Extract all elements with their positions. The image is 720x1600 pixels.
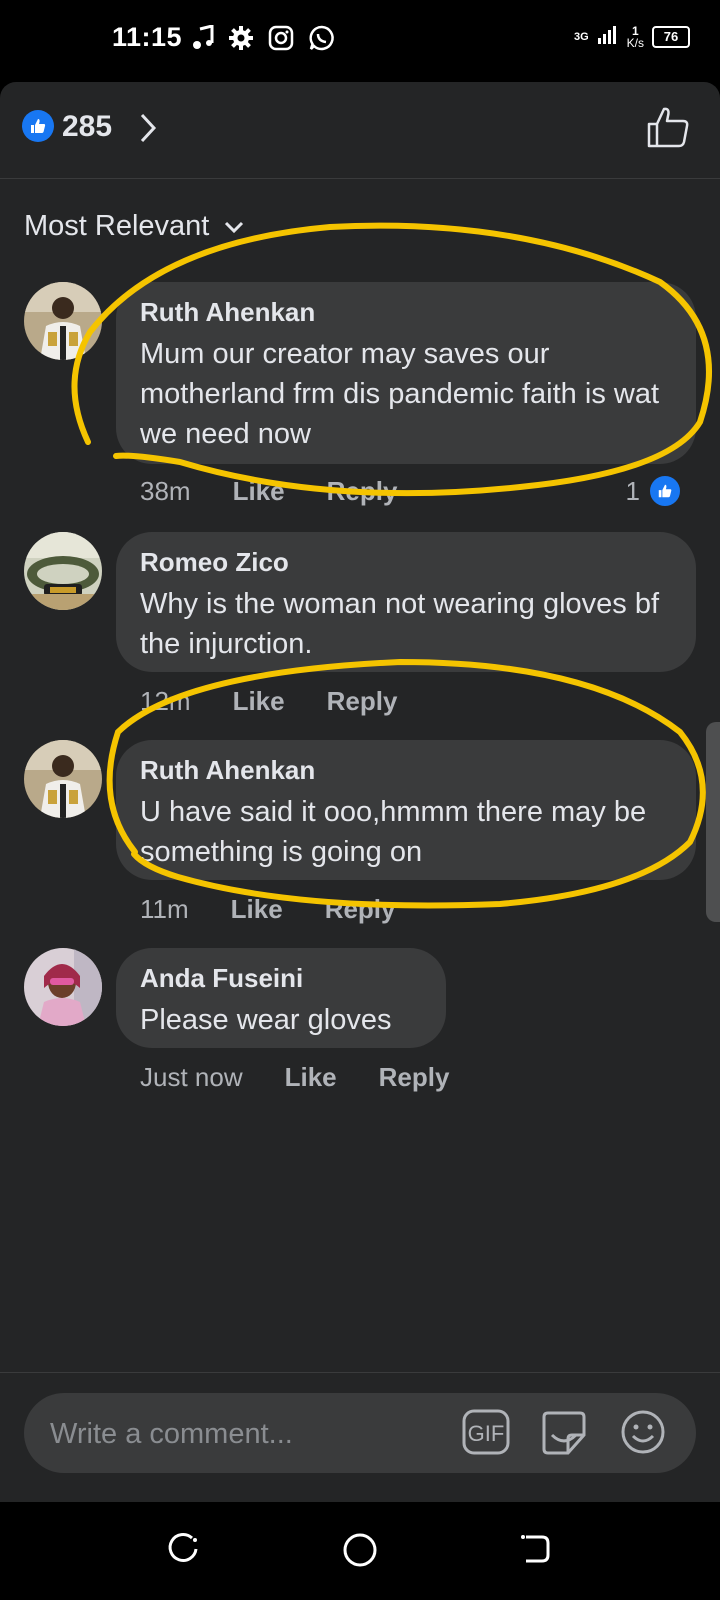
comment-time: 12m [140,686,191,716]
comment-text: Please wear gloves [140,1004,392,1036]
like-button[interactable]: Like [233,476,285,507]
navigation-bar [0,1502,720,1600]
comment-author[interactable]: Ruth Ahenkan [140,296,672,328]
reply-button[interactable]: Reply [327,476,398,507]
back-button[interactable] [518,1532,552,1571]
sort-label: Most Relevant [24,210,210,242]
signal-icon [597,24,619,49]
comment-bubble[interactable]: Romeo Zico Why is the woman not wearing … [116,532,696,672]
comment-author[interactable]: Anda Fuseini [140,962,422,994]
like-reaction-icon [648,474,682,508]
battery-icon: 76 [652,25,690,48]
comment-text: U have said it ooo,hmmm there may be som… [140,796,647,868]
comment-input-container[interactable]: GIF [24,1393,696,1475]
comment-composer: GIF [0,1372,720,1502]
reaction-count[interactable]: 285 [62,110,112,144]
reply-button[interactable]: Reply [325,894,396,925]
emoji-icon[interactable] [620,1409,666,1460]
scroll-handle[interactable] [706,722,720,922]
battery-level: 76 [663,29,679,44]
comment-time: 38m [140,476,191,506]
svg-text:GIF: GIF [468,1421,505,1446]
like-post-button[interactable] [646,106,690,155]
comment-reaction-count[interactable]: 1 [626,474,682,508]
status-time: 11:15 [112,22,183,52]
comment-bubble[interactable]: Anda Fuseini Please wear gloves [116,948,446,1048]
comment-time: Just now [140,1062,243,1092]
gear-icon [228,25,254,56]
sort-dropdown[interactable]: Most Relevant [24,210,245,243]
comment-time: 11m [140,894,189,924]
like-reaction-icon [22,110,54,142]
reply-button[interactable]: Reply [379,1062,450,1093]
avatar[interactable] [24,948,102,1026]
whatsapp-icon [308,24,336,57]
like-button[interactable]: Like [231,894,283,925]
chevron-right-icon[interactable] [138,112,158,149]
like-button[interactable]: Like [285,1062,337,1093]
comments-panel: 285 Most Relevant Ruth Ahenkan Mum our c… [0,82,720,1502]
comment-text: Mum our creator may saves our motherland… [140,338,659,450]
reply-button[interactable]: Reply [327,686,398,717]
chevron-down-icon [225,222,244,234]
like-button[interactable]: Like [233,686,285,717]
avatar[interactable] [24,532,102,610]
network-type: 3G [573,30,589,43]
home-button[interactable] [342,1532,378,1573]
status-bar: 11:15 3G 1 K/s 76 [0,0,720,80]
instagram-icon [268,25,294,56]
data-speed: 1 K/s [626,23,644,50]
comment-bubble[interactable]: Ruth Ahenkan U have said it ooo,hmmm the… [116,740,696,880]
recent-apps-button[interactable] [166,1532,200,1571]
avatar[interactable] [24,740,102,818]
avatar[interactable] [24,282,102,360]
comment-input[interactable] [48,1393,452,1475]
comment-text: Why is the woman not wearing gloves bf t… [140,588,660,660]
reaction-bar[interactable]: 285 [0,82,720,179]
gif-button[interactable]: GIF [462,1409,510,1460]
sticker-icon[interactable] [540,1409,588,1462]
comment-author[interactable]: Ruth Ahenkan [140,754,672,786]
comment-bubble[interactable]: Ruth Ahenkan Mum our creator may saves o… [116,282,696,464]
music-note-icon [192,24,214,56]
comment-author[interactable]: Romeo Zico [140,546,672,578]
annotation-overlay [71,222,712,909]
